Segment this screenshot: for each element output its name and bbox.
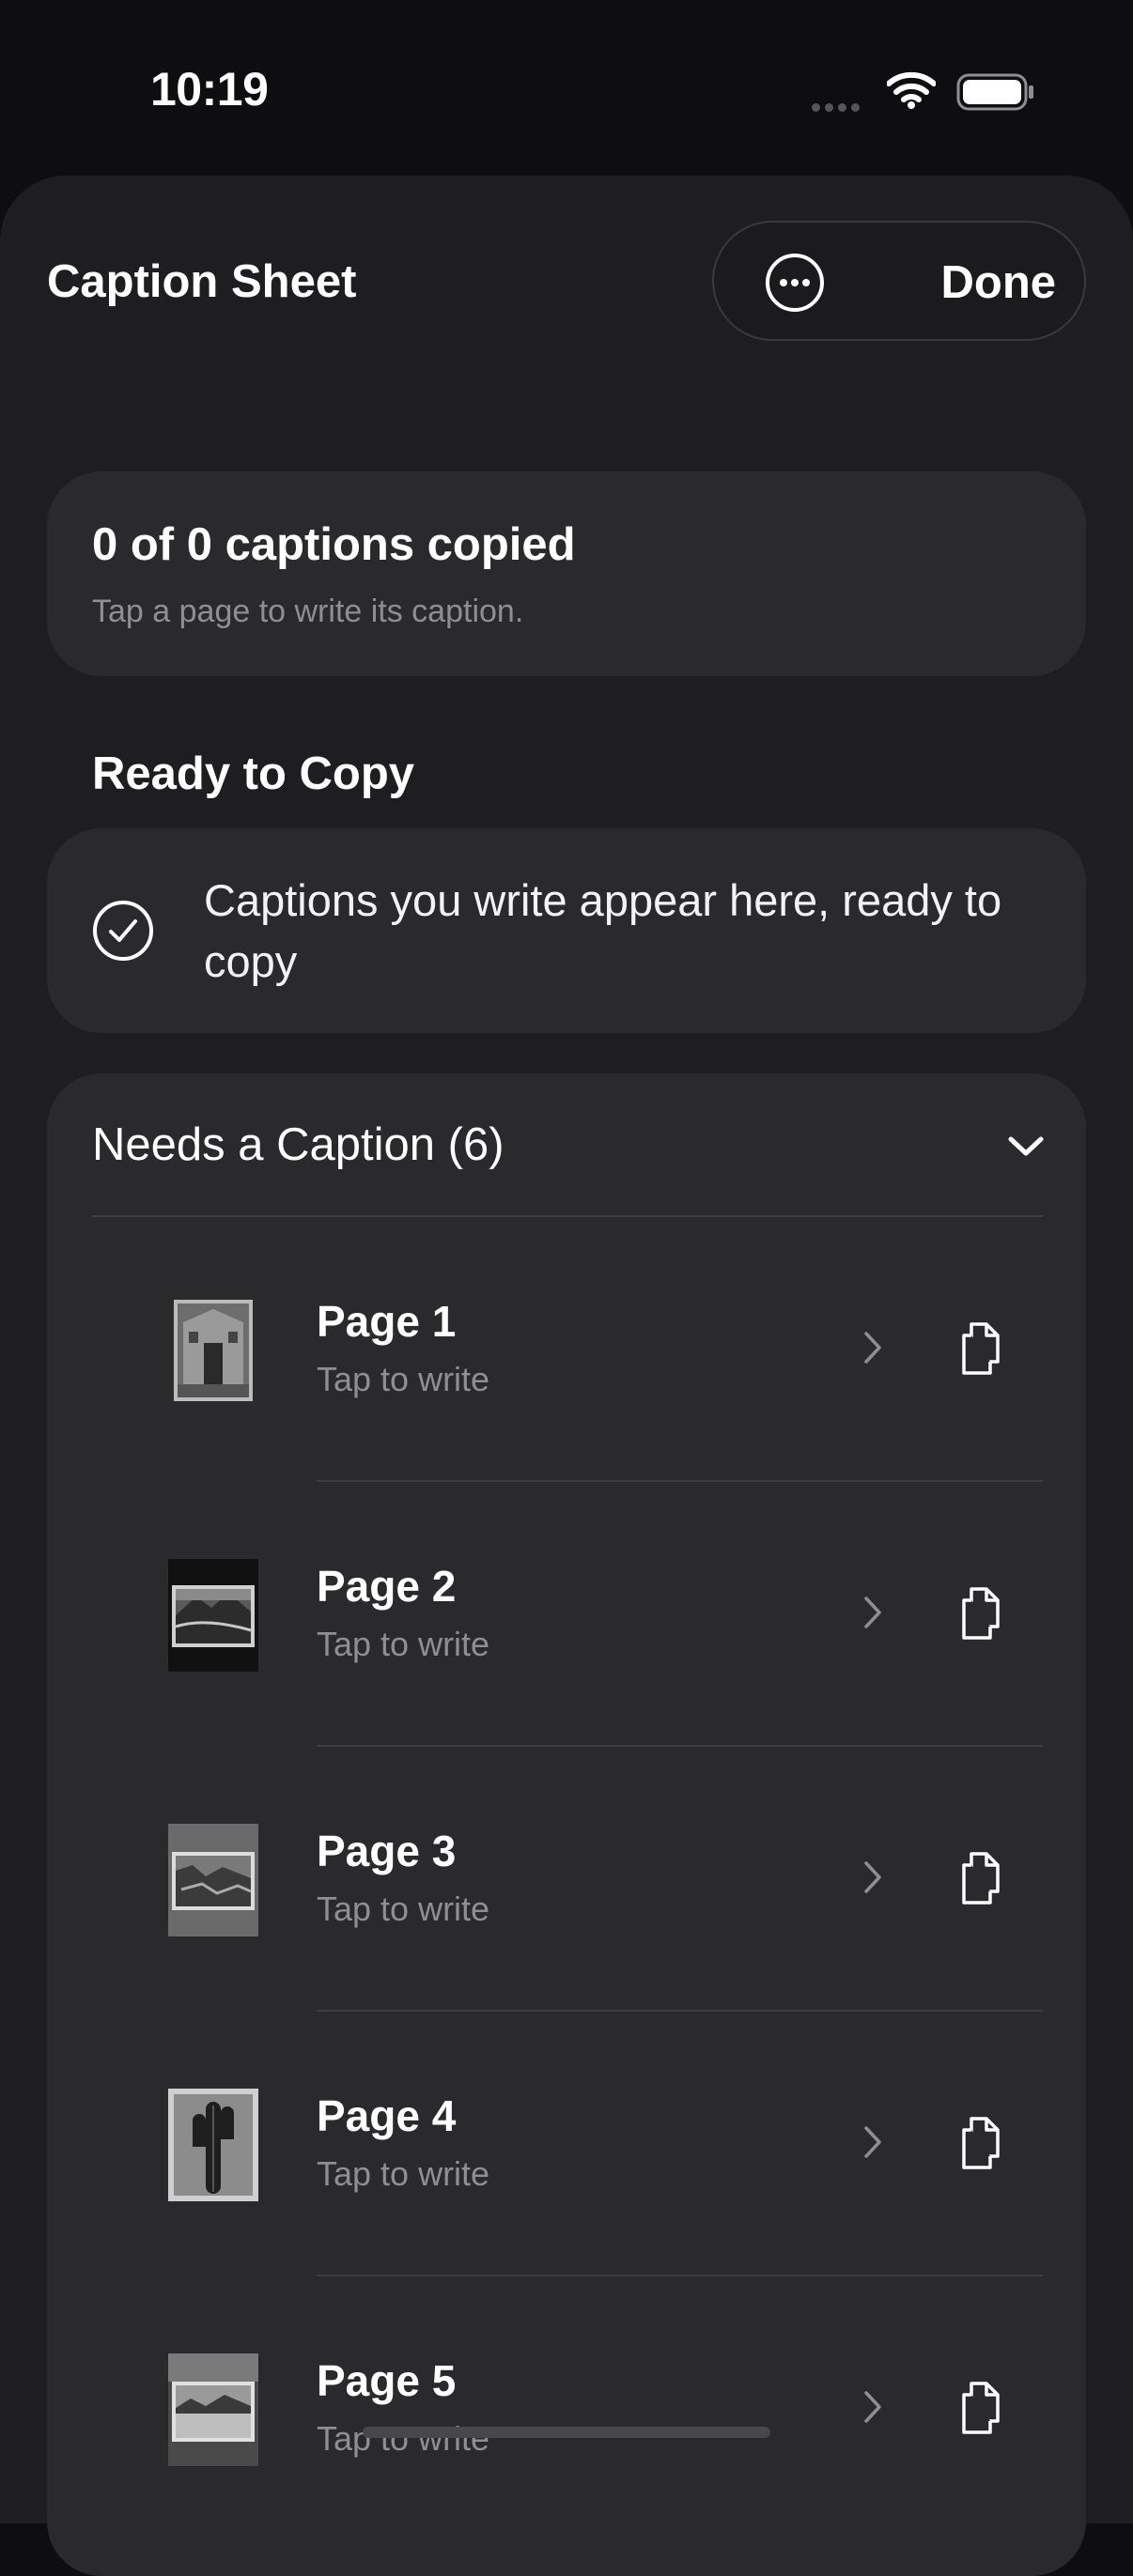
header-actions: Done xyxy=(712,221,1086,341)
home-indicator[interactable] xyxy=(363,2427,770,2438)
page-row[interactable]: Page 2 Tap to write xyxy=(47,1482,1086,1747)
page-title: Page 3 xyxy=(317,1827,457,1875)
page-row[interactable]: Page 5 Tap to write xyxy=(47,2276,1086,2541)
needs-caption-header[interactable]: Needs a Caption (6) xyxy=(92,1118,504,1171)
battery-icon xyxy=(956,73,1033,111)
ready-empty-message: Captions you write appear here, ready to… xyxy=(204,875,1002,986)
copy-icon[interactable] xyxy=(956,1585,1003,1642)
ready-empty-card: Captions you write appear here, ready to… xyxy=(47,828,1086,1033)
page-title: Page 1 xyxy=(317,1297,457,1346)
chevron-right-icon xyxy=(864,2126,881,2158)
page-row[interactable]: Page 3 Tap to write xyxy=(47,1747,1086,2012)
chevron-down-icon[interactable] xyxy=(1007,1135,1045,1158)
page-subtitle: Tap to write xyxy=(317,1360,490,1398)
summary-hint: Tap a page to write its caption. xyxy=(92,594,524,629)
copy-icon[interactable] xyxy=(956,1850,1003,1906)
page-thumbnail xyxy=(168,1294,258,1407)
page-row[interactable]: Page 4 Tap to write xyxy=(47,2012,1086,2276)
page-title: Page 2 xyxy=(317,1562,457,1611)
page-subtitle: Tap to write xyxy=(317,1890,490,1928)
copy-icon[interactable] xyxy=(956,2380,1003,2436)
copied-count: 0 of 0 captions copied xyxy=(92,519,576,570)
page-title: Page 5 xyxy=(317,2356,457,2405)
chevron-right-icon xyxy=(864,1861,881,1893)
ready-section-title: Ready to Copy xyxy=(92,748,415,799)
status-bar: 10:19 xyxy=(0,0,1133,178)
done-button[interactable]: Done xyxy=(941,256,1057,309)
needs-caption-card: Needs a Caption (6) Page 1 Tap to write xyxy=(47,1073,1086,2576)
page-thumbnail xyxy=(168,1559,258,1672)
wifi-icon xyxy=(887,71,936,109)
page-thumbnail xyxy=(168,1824,258,1936)
page-row[interactable]: Page 1 Tap to write xyxy=(47,1217,1086,1482)
copy-icon[interactable] xyxy=(956,2115,1003,2171)
chevron-right-icon xyxy=(864,2391,881,2423)
sheet-title: Caption Sheet xyxy=(47,256,357,307)
more-options-button[interactable] xyxy=(766,254,824,312)
page-thumbnail xyxy=(168,2089,258,2201)
status-time: 10:19 xyxy=(150,63,269,116)
copy-icon[interactable] xyxy=(956,1320,1003,1377)
page-title: Page 4 xyxy=(317,2091,457,2140)
page-thumbnail xyxy=(168,2353,258,2466)
chevron-right-icon xyxy=(864,1332,881,1364)
page-subtitle: Tap to write xyxy=(317,2419,490,2458)
page-subtitle: Tap to write xyxy=(317,1625,490,1663)
summary-card: 0 of 0 captions copied Tap a page to wri… xyxy=(47,471,1086,676)
chevron-right-icon xyxy=(864,1597,881,1628)
page-subtitle: Tap to write xyxy=(317,2154,490,2193)
cellular-signal-icon xyxy=(812,100,864,116)
checkmark-circle-icon xyxy=(93,901,153,961)
